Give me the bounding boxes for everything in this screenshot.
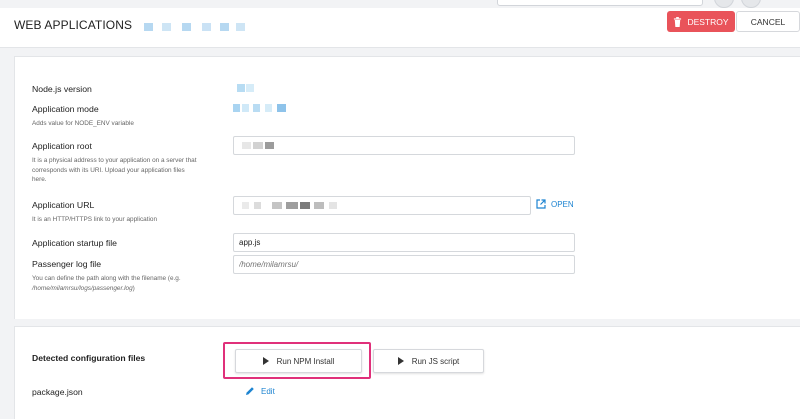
edit-label: Edit: [261, 386, 275, 396]
app-mode-label: Application mode: [32, 104, 99, 114]
app-mode-value[interactable]: [233, 104, 293, 114]
app-root-input[interactable]: [233, 136, 575, 155]
trash-icon: [674, 16, 682, 27]
app-url-label: Application URL: [32, 200, 95, 210]
top-search-input[interactable]: [497, 0, 703, 6]
pencil-icon: [246, 387, 254, 395]
passenger-log-label: Passenger log file: [32, 259, 102, 269]
external-link-icon: [536, 199, 546, 209]
run-js-label: Run JS script: [411, 356, 460, 366]
passenger-log-input[interactable]: [233, 255, 575, 274]
play-icon: [262, 357, 269, 365]
nodejs-version-label: Node.js version: [32, 84, 92, 94]
run-npm-install-button[interactable]: Run NPM Install: [235, 349, 362, 373]
startup-file-label: Application startup file: [32, 238, 117, 248]
open-url-link[interactable]: OPEN: [536, 199, 574, 209]
app-root-label: Application root: [32, 141, 92, 151]
run-js-script-button[interactable]: Run JS script: [373, 349, 484, 373]
config-files-heading: Detected configuration files: [32, 353, 146, 363]
app-root-hint: It is a physical address to your applica…: [32, 157, 197, 184]
open-label: OPEN: [551, 199, 574, 209]
page-title: WEB APPLICATIONS: [14, 18, 133, 32]
redacted-app-name: [128, 16, 248, 40]
passenger-log-hint: You can define the path along with the f…: [32, 275, 181, 292]
edit-config-link[interactable]: Edit: [245, 386, 275, 396]
startup-file-input[interactable]: [233, 233, 575, 252]
app-mode-hint: Adds value for NODE_ENV variable: [32, 120, 134, 127]
cancel-button[interactable]: CANCEL: [736, 11, 800, 32]
play-icon: [397, 357, 404, 365]
config-file-name: package.json: [32, 387, 83, 397]
app-url-hint: It is an HTTP/HTTPS link to your applica…: [32, 216, 158, 223]
run-npm-label: Run NPM Install: [276, 356, 335, 366]
destroy-label: DESTROY: [687, 16, 729, 27]
app-url-input[interactable]: [233, 196, 531, 215]
nodejs-version-value: [237, 84, 277, 94]
destroy-button[interactable]: DESTROY: [667, 11, 735, 32]
